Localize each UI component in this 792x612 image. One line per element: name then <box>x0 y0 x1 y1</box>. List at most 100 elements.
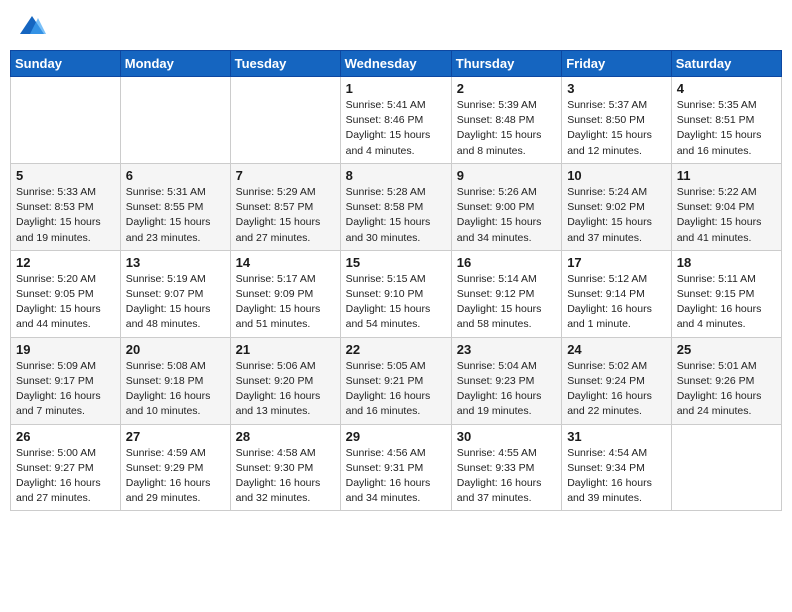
day-number: 20 <box>126 342 225 357</box>
day-info: Sunrise: 5:26 AMSunset: 9:00 PMDaylight:… <box>457 185 556 246</box>
page-header <box>10 10 782 42</box>
day-info: Sunrise: 5:14 AMSunset: 9:12 PMDaylight:… <box>457 272 556 333</box>
day-number: 11 <box>677 168 776 183</box>
calendar-cell: 9 Sunrise: 5:26 AMSunset: 9:00 PMDaylight… <box>451 163 561 250</box>
day-number: 10 <box>567 168 666 183</box>
day-info: Sunrise: 5:37 AMSunset: 8:50 PMDaylight:… <box>567 98 666 159</box>
day-info: Sunrise: 5:09 AMSunset: 9:17 PMDaylight:… <box>16 359 115 420</box>
calendar-cell: 29 Sunrise: 4:56 AMSunset: 9:31 PMDayligh… <box>340 424 451 511</box>
calendar-cell: 30 Sunrise: 4:55 AMSunset: 9:33 PMDayligh… <box>451 424 561 511</box>
day-number: 13 <box>126 255 225 270</box>
day-info: Sunrise: 5:17 AMSunset: 9:09 PMDaylight:… <box>236 272 335 333</box>
day-info: Sunrise: 5:31 AMSunset: 8:55 PMDaylight:… <box>126 185 225 246</box>
day-number: 6 <box>126 168 225 183</box>
calendar-cell: 15 Sunrise: 5:15 AMSunset: 9:10 PMDayligh… <box>340 250 451 337</box>
day-info: Sunrise: 4:54 AMSunset: 9:34 PMDaylight:… <box>567 446 666 507</box>
weekday-header-tuesday: Tuesday <box>230 51 340 77</box>
calendar-cell: 8 Sunrise: 5:28 AMSunset: 8:58 PMDaylight… <box>340 163 451 250</box>
day-number: 8 <box>346 168 446 183</box>
week-row-4: 19 Sunrise: 5:09 AMSunset: 9:17 PMDayligh… <box>11 337 782 424</box>
day-info: Sunrise: 5:19 AMSunset: 9:07 PMDaylight:… <box>126 272 225 333</box>
day-number: 18 <box>677 255 776 270</box>
calendar-cell: 17 Sunrise: 5:12 AMSunset: 9:14 PMDayligh… <box>562 250 672 337</box>
day-number: 23 <box>457 342 556 357</box>
calendar-cell: 12 Sunrise: 5:20 AMSunset: 9:05 PMDayligh… <box>11 250 121 337</box>
calendar-cell: 21 Sunrise: 5:06 AMSunset: 9:20 PMDayligh… <box>230 337 340 424</box>
day-number: 21 <box>236 342 335 357</box>
calendar-cell: 20 Sunrise: 5:08 AMSunset: 9:18 PMDayligh… <box>120 337 230 424</box>
day-number: 17 <box>567 255 666 270</box>
calendar-cell: 10 Sunrise: 5:24 AMSunset: 9:02 PMDayligh… <box>562 163 672 250</box>
day-info: Sunrise: 5:24 AMSunset: 9:02 PMDaylight:… <box>567 185 666 246</box>
day-info: Sunrise: 5:29 AMSunset: 8:57 PMDaylight:… <box>236 185 335 246</box>
logo <box>18 14 48 38</box>
day-number: 1 <box>346 81 446 96</box>
week-row-2: 5Sunrise: 5:33 AMSunset: 8:53 PMDaylight… <box>11 163 782 250</box>
day-info: Sunrise: 5:06 AMSunset: 9:20 PMDaylight:… <box>236 359 335 420</box>
weekday-header-monday: Monday <box>120 51 230 77</box>
day-info: Sunrise: 5:39 AMSunset: 8:48 PMDaylight:… <box>457 98 556 159</box>
day-info: Sunrise: 5:15 AMSunset: 9:10 PMDaylight:… <box>346 272 446 333</box>
logo-icon <box>18 14 46 38</box>
day-number: 4 <box>677 81 776 96</box>
calendar-cell: 31 Sunrise: 4:54 AMSunset: 9:34 PMDayligh… <box>562 424 672 511</box>
day-info: Sunrise: 4:55 AMSunset: 9:33 PMDaylight:… <box>457 446 556 507</box>
day-number: 7 <box>236 168 335 183</box>
day-info: Sunrise: 5:22 AMSunset: 9:04 PMDaylight:… <box>677 185 776 246</box>
week-row-5: 26 Sunrise: 5:00 AMSunset: 9:27 PMDayligh… <box>11 424 782 511</box>
calendar-cell: 7 Sunrise: 5:29 AMSunset: 8:57 PMDaylight… <box>230 163 340 250</box>
day-info: Sunrise: 5:20 AMSunset: 9:05 PMDaylight:… <box>16 272 115 333</box>
day-info: Sunrise: 5:11 AMSunset: 9:15 PMDaylight:… <box>677 272 776 333</box>
day-number: 24 <box>567 342 666 357</box>
calendar-cell: 26 Sunrise: 5:00 AMSunset: 9:27 PMDayligh… <box>11 424 121 511</box>
calendar-cell: 23Sunrise: 5:04 AMSunset: 9:23 PMDayligh… <box>451 337 561 424</box>
calendar-cell: 19 Sunrise: 5:09 AMSunset: 9:17 PMDayligh… <box>11 337 121 424</box>
day-info: Sunrise: 5:28 AMSunset: 8:58 PMDaylight:… <box>346 185 446 246</box>
day-info: Sunrise: 4:58 AMSunset: 9:30 PMDaylight:… <box>236 446 335 507</box>
calendar-cell <box>11 77 121 164</box>
calendar-cell: 14Sunrise: 5:17 AMSunset: 9:09 PMDayligh… <box>230 250 340 337</box>
day-number: 12 <box>16 255 115 270</box>
weekday-header-thursday: Thursday <box>451 51 561 77</box>
calendar-cell <box>120 77 230 164</box>
day-number: 15 <box>346 255 446 270</box>
calendar-cell: 25 Sunrise: 5:01 AMSunset: 9:26 PMDayligh… <box>671 337 781 424</box>
day-info: Sunrise: 5:12 AMSunset: 9:14 PMDaylight:… <box>567 272 666 333</box>
day-info: Sunrise: 5:08 AMSunset: 9:18 PMDaylight:… <box>126 359 225 420</box>
calendar-cell: 18 Sunrise: 5:11 AMSunset: 9:15 PMDayligh… <box>671 250 781 337</box>
day-info: Sunrise: 5:35 AMSunset: 8:51 PMDaylight:… <box>677 98 776 159</box>
day-number: 31 <box>567 429 666 444</box>
weekday-header-sunday: Sunday <box>11 51 121 77</box>
day-number: 27 <box>126 429 225 444</box>
day-info: Sunrise: 5:01 AMSunset: 9:26 PMDaylight:… <box>677 359 776 420</box>
calendar-cell <box>671 424 781 511</box>
day-info: Sunrise: 5:00 AMSunset: 9:27 PMDaylight:… <box>16 446 115 507</box>
day-info: Sunrise: 5:02 AMSunset: 9:24 PMDaylight:… <box>567 359 666 420</box>
calendar-cell: 3Sunrise: 5:37 AMSunset: 8:50 PMDaylight… <box>562 77 672 164</box>
day-info: Sunrise: 4:56 AMSunset: 9:31 PMDaylight:… <box>346 446 446 507</box>
calendar: SundayMondayTuesdayWednesdayThursdayFrid… <box>10 50 782 511</box>
day-info: Sunrise: 5:33 AMSunset: 8:53 PMDaylight:… <box>16 185 115 246</box>
day-number: 28 <box>236 429 335 444</box>
weekday-header-friday: Friday <box>562 51 672 77</box>
weekday-header-row: SundayMondayTuesdayWednesdayThursdayFrid… <box>11 51 782 77</box>
day-number: 26 <box>16 429 115 444</box>
calendar-cell: 11 Sunrise: 5:22 AMSunset: 9:04 PMDayligh… <box>671 163 781 250</box>
day-number: 16 <box>457 255 556 270</box>
day-number: 25 <box>677 342 776 357</box>
calendar-cell: 27Sunrise: 4:59 AMSunset: 9:29 PMDayligh… <box>120 424 230 511</box>
day-number: 9 <box>457 168 556 183</box>
calendar-cell: 22 Sunrise: 5:05 AMSunset: 9:21 PMDayligh… <box>340 337 451 424</box>
calendar-cell: 16 Sunrise: 5:14 AMSunset: 9:12 PMDayligh… <box>451 250 561 337</box>
week-row-3: 12 Sunrise: 5:20 AMSunset: 9:05 PMDayligh… <box>11 250 782 337</box>
calendar-cell: 4 Sunrise: 5:35 AMSunset: 8:51 PMDaylight… <box>671 77 781 164</box>
day-number: 30 <box>457 429 556 444</box>
week-row-1: 1Sunrise: 5:41 AMSunset: 8:46 PMDaylight… <box>11 77 782 164</box>
day-number: 29 <box>346 429 446 444</box>
day-number: 19 <box>16 342 115 357</box>
calendar-cell: 28 Sunrise: 4:58 AMSunset: 9:30 PMDayligh… <box>230 424 340 511</box>
day-number: 22 <box>346 342 446 357</box>
day-info: Sunrise: 5:05 AMSunset: 9:21 PMDaylight:… <box>346 359 446 420</box>
calendar-cell: 24 Sunrise: 5:02 AMSunset: 9:24 PMDayligh… <box>562 337 672 424</box>
calendar-cell: 1Sunrise: 5:41 AMSunset: 8:46 PMDaylight… <box>340 77 451 164</box>
